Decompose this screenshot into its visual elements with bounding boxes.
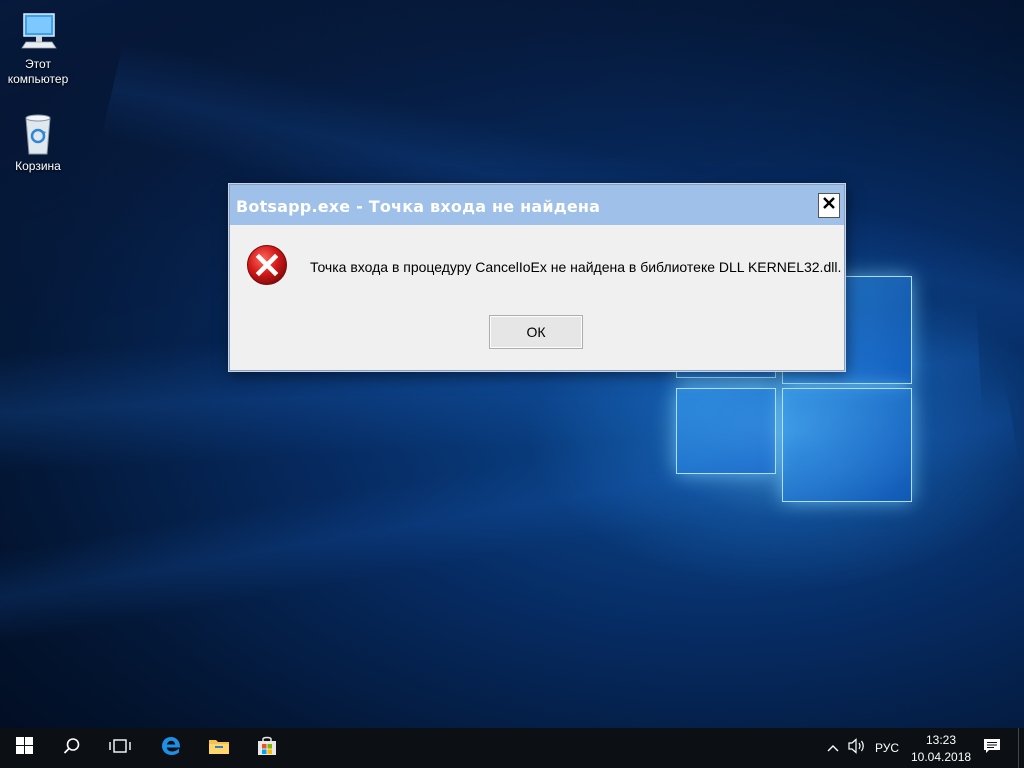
search-icon (63, 737, 81, 760)
action-center-button[interactable] (978, 728, 1006, 768)
volume-button[interactable] (845, 728, 869, 768)
ok-button-label: ОК (526, 324, 546, 340)
task-view-icon (109, 738, 131, 759)
start-icon (15, 737, 33, 759)
desktop-icon-label: Корзина (15, 159, 61, 173)
dialog-titlebar[interactable]: Botsapp.exe - Точка входа не найдена (230, 185, 844, 225)
input-language-indicator[interactable]: РУС (875, 741, 899, 755)
store-button[interactable] (244, 728, 290, 768)
desktop-icon-recycle-bin[interactable]: Корзина (0, 112, 76, 174)
recycle-bin-icon (16, 112, 60, 156)
taskbar: РУС 13:23 10.04.2018 (0, 728, 1024, 768)
clock-date: 10.04.2018 (911, 750, 972, 764)
edge-icon (160, 735, 182, 762)
close-button[interactable] (818, 193, 840, 218)
ok-button[interactable]: ОК (489, 315, 583, 349)
show-hidden-icons-button[interactable] (822, 728, 844, 768)
error-dialog: Botsapp.exe - Точка входа не найдена Точ… (229, 184, 845, 371)
desktop-icon-label: Этот (25, 57, 51, 71)
notification-icon (983, 738, 1001, 759)
dialog-message: Точка входа в процедуру CancelIoEx не на… (310, 259, 842, 275)
task-view-button[interactable] (96, 728, 144, 768)
volume-icon (848, 737, 866, 759)
start-button[interactable] (0, 728, 48, 768)
desktop-icon-this-pc[interactable]: Этот компьютер (0, 10, 76, 87)
edge-button[interactable] (148, 728, 194, 768)
clock[interactable]: 13:23 10.04.2018 (904, 728, 978, 768)
show-desktop-button[interactable] (1018, 728, 1024, 768)
desktop-icon-label: компьютер (7, 72, 69, 86)
this-pc-icon (16, 10, 60, 54)
dialog-title: Botsapp.exe - Точка входа не найдена (236, 197, 601, 216)
clock-time: 13:23 (926, 733, 957, 747)
close-icon (822, 196, 836, 215)
search-button[interactable] (48, 728, 96, 768)
error-icon (246, 244, 288, 286)
store-icon (256, 735, 278, 762)
file-explorer-button[interactable] (196, 728, 242, 768)
file-explorer-icon (208, 737, 230, 760)
chevron-up-icon (827, 739, 839, 757)
